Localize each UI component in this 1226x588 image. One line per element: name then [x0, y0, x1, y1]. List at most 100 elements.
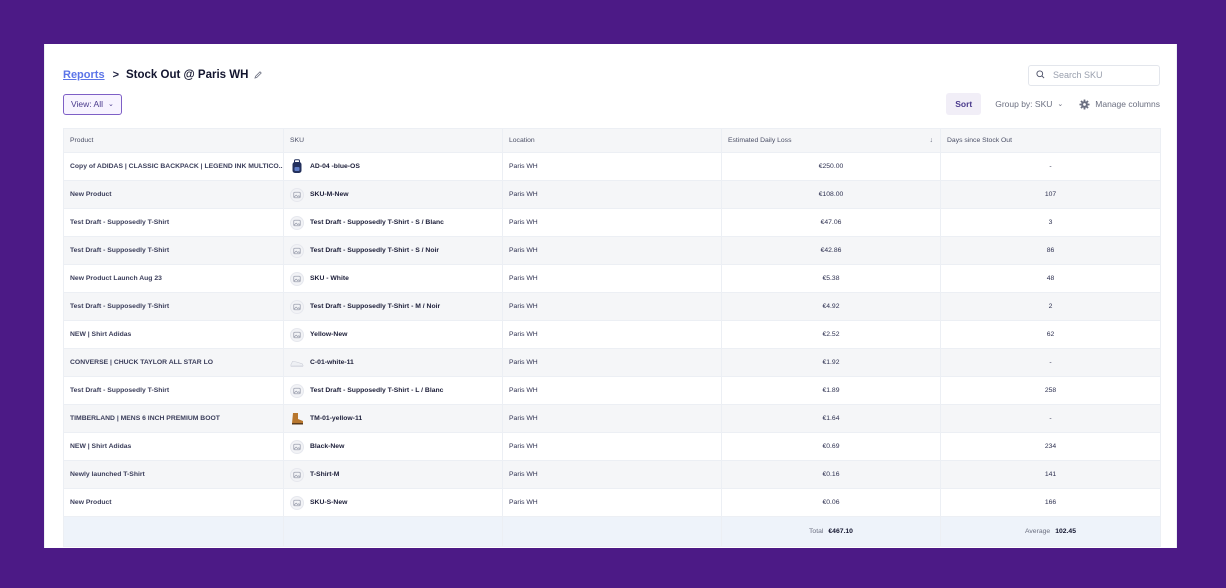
chevron-down-icon: ⌄	[1057, 101, 1064, 108]
column-header-label: Estimated Daily Loss	[728, 137, 792, 144]
image-placeholder-icon	[290, 327, 304, 342]
table-row[interactable]: CONVERSE | CHUCK TAYLOR ALL STAR LO C-01-…	[64, 349, 1161, 377]
sku-name[interactable]: C-01-white-11	[310, 359, 354, 366]
column-header-estimated-daily-loss[interactable]: Estimated Daily Loss ↓	[722, 129, 941, 153]
table-row[interactable]: Copy of ADIDAS | CLASSIC BACKPACK | LEGE…	[64, 153, 1161, 181]
table-row[interactable]: NEW | Shirt Adidas Yellow-New Paris WH €2.5…	[64, 321, 1161, 349]
sku-name[interactable]: SKU - White	[310, 275, 349, 282]
product-name[interactable]: New Product	[70, 499, 112, 506]
footer-cell	[284, 517, 503, 547]
product-name[interactable]: New Product	[70, 191, 112, 198]
image-placeholder-icon	[290, 271, 304, 286]
estimated-daily-loss-cell: €1.89	[722, 377, 941, 405]
sku-cell: Black-New	[284, 433, 503, 461]
table-row[interactable]: Test Draft - Supposedly T-Shirt Test Draf…	[64, 293, 1161, 321]
location-cell: Paris WH	[503, 293, 722, 321]
sku-cell: Test Draft - Supposedly T-Shirt - S / Bl…	[284, 209, 503, 237]
sku-name[interactable]: Test Draft - Supposedly T-Shirt - M / No…	[310, 303, 440, 310]
product-cell: New Product	[64, 181, 284, 209]
location-cell: Paris WH	[503, 405, 722, 433]
column-header-product[interactable]: Product	[64, 129, 284, 153]
product-name[interactable]: Test Draft - Supposedly T-Shirt	[70, 247, 169, 254]
table-row[interactable]: NEW | Shirt Adidas Black-New Paris WH €0.69…	[64, 433, 1161, 461]
table-footer-row: Total €467.10 Average 102.45	[64, 517, 1161, 547]
location-cell: Paris WH	[503, 237, 722, 265]
search-box[interactable]	[1028, 64, 1160, 86]
search-input[interactable]	[1051, 69, 1155, 81]
sku-cell: T-Shirt-M	[284, 461, 503, 489]
product-cell: Test Draft - Supposedly T-Shirt	[64, 209, 284, 237]
days-since-stock-out-cell: 3	[941, 209, 1161, 237]
product-name[interactable]: Test Draft - Supposedly T-Shirt	[70, 387, 169, 394]
view-dropdown[interactable]: View: All ⌄	[63, 93, 122, 115]
boot-photo	[290, 412, 304, 426]
table-row[interactable]: Test Draft - Supposedly T-Shirt Test Draf…	[64, 209, 1161, 237]
product-name[interactable]: Test Draft - Supposedly T-Shirt	[70, 219, 169, 226]
location-cell: Paris WH	[503, 349, 722, 377]
table-row[interactable]: Newly launched T-Shirt T-Shirt-M Paris WH €…	[64, 461, 1161, 489]
sneaker-photo	[290, 356, 304, 370]
sku-name[interactable]: Test Draft - Supposedly T-Shirt - S / No…	[310, 247, 439, 254]
sku-name[interactable]: Test Draft - Supposedly T-Shirt - L / Bl…	[310, 387, 443, 394]
product-name[interactable]: New Product Launch Aug 23	[70, 275, 162, 282]
product-cell: NEW | Shirt Adidas	[64, 321, 284, 349]
pencil-icon[interactable]	[253, 70, 263, 80]
location-cell: Paris WH	[503, 153, 722, 181]
image-placeholder-icon	[290, 215, 304, 230]
sku-name[interactable]: T-Shirt-M	[310, 471, 339, 478]
table-row[interactable]: Test Draft - Supposedly T-Shirt Test Draf…	[64, 237, 1161, 265]
estimated-daily-loss-cell: €1.64	[722, 405, 941, 433]
sku-cell: Yellow-New	[284, 321, 503, 349]
estimated-daily-loss-cell: €0.69	[722, 433, 941, 461]
breadcrumb-separator: >	[112, 69, 119, 81]
search-icon	[1036, 66, 1045, 84]
manage-columns-label: Manage columns	[1095, 99, 1160, 109]
product-cell: Newly launched T-Shirt	[64, 461, 284, 489]
breadcrumb-reports-link[interactable]: Reports	[63, 69, 105, 81]
column-header-location[interactable]: Location	[503, 129, 722, 153]
sku-name[interactable]: AD-04 -blue-OS	[310, 163, 360, 170]
sku-name[interactable]: SKU-M-New	[310, 191, 349, 198]
total-value: €467.10	[828, 528, 853, 535]
product-name[interactable]: Newly launched T-Shirt	[70, 471, 145, 478]
total-label: Total	[809, 528, 824, 535]
sku-name[interactable]: Test Draft - Supposedly T-Shirt - S / Bl…	[310, 219, 444, 226]
product-name[interactable]: NEW | Shirt Adidas	[70, 443, 131, 450]
table-row[interactable]: New Product SKU-M-New Paris WH €108.00 107	[64, 181, 1161, 209]
product-name[interactable]: TIMBERLAND | MENS 6 INCH PREMIUM BOOT	[70, 415, 220, 422]
product-name[interactable]: Test Draft - Supposedly T-Shirt	[70, 303, 169, 310]
location-cell: Paris WH	[503, 181, 722, 209]
column-header-sku[interactable]: SKU	[284, 129, 503, 153]
product-name[interactable]: CONVERSE | CHUCK TAYLOR ALL STAR LO	[70, 359, 213, 366]
sku-cell: Test Draft - Supposedly T-Shirt - L / Bl…	[284, 377, 503, 405]
footer-cell	[64, 517, 284, 547]
group-by-dropdown[interactable]: Group by: SKU ⌄	[995, 99, 1063, 109]
sort-button[interactable]: Sort	[946, 93, 982, 115]
table-row[interactable]: New Product SKU-S-New Paris WH €0.06 166	[64, 489, 1161, 517]
table-row[interactable]: New Product Launch Aug 23 SKU - White Pari…	[64, 265, 1161, 293]
product-name[interactable]: Copy of ADIDAS | CLASSIC BACKPACK | LEGE…	[70, 163, 283, 170]
view-label: View: All	[71, 99, 103, 109]
table-row[interactable]: TIMBERLAND | MENS 6 INCH PREMIUM BOOT TM-…	[64, 405, 1161, 433]
days-since-stock-out-cell: -	[941, 349, 1161, 377]
product-name[interactable]: NEW | Shirt Adidas	[70, 331, 131, 338]
sku-name[interactable]: Black-New	[310, 443, 344, 450]
estimated-daily-loss-cell: €0.16	[722, 461, 941, 489]
days-since-stock-out-cell: -	[941, 153, 1161, 181]
page-title: Stock Out @ Paris WH	[126, 69, 249, 81]
days-since-stock-out-cell: 166	[941, 489, 1161, 517]
sku-name[interactable]: Yellow-New	[310, 331, 347, 338]
table-row[interactable]: Test Draft - Supposedly T-Shirt Test Draf…	[64, 377, 1161, 405]
manage-columns-button[interactable]: Manage columns	[1079, 98, 1160, 110]
product-cell: Copy of ADIDAS | CLASSIC BACKPACK | LEGE…	[64, 153, 284, 181]
column-header-days-since-stock-out[interactable]: Days since Stock Out	[941, 129, 1161, 153]
product-cell: Test Draft - Supposedly T-Shirt	[64, 293, 284, 321]
location-cell: Paris WH	[503, 377, 722, 405]
sort-descending-icon[interactable]: ↓	[930, 137, 934, 144]
average-value: 102.45	[1055, 528, 1076, 535]
sku-name[interactable]: SKU-S-New	[310, 499, 347, 506]
estimated-daily-loss-cell: €5.38	[722, 265, 941, 293]
sku-name[interactable]: TM-01-yellow-11	[310, 415, 362, 422]
sku-cell: SKU - White	[284, 265, 503, 293]
product-cell: TIMBERLAND | MENS 6 INCH PREMIUM BOOT	[64, 405, 284, 433]
